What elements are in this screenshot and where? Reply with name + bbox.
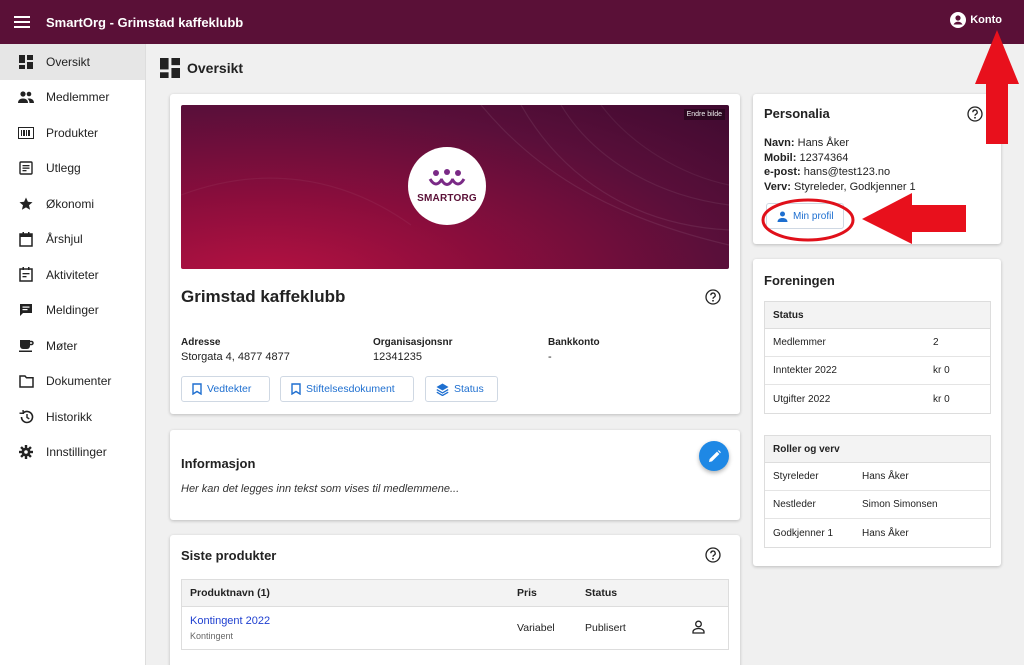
annotation-overlay — [761, 30, 1019, 244]
annotation-arrow-up — [975, 30, 1019, 144]
annotation-circle — [761, 198, 855, 242]
annotation-arrow-left — [862, 193, 966, 244]
